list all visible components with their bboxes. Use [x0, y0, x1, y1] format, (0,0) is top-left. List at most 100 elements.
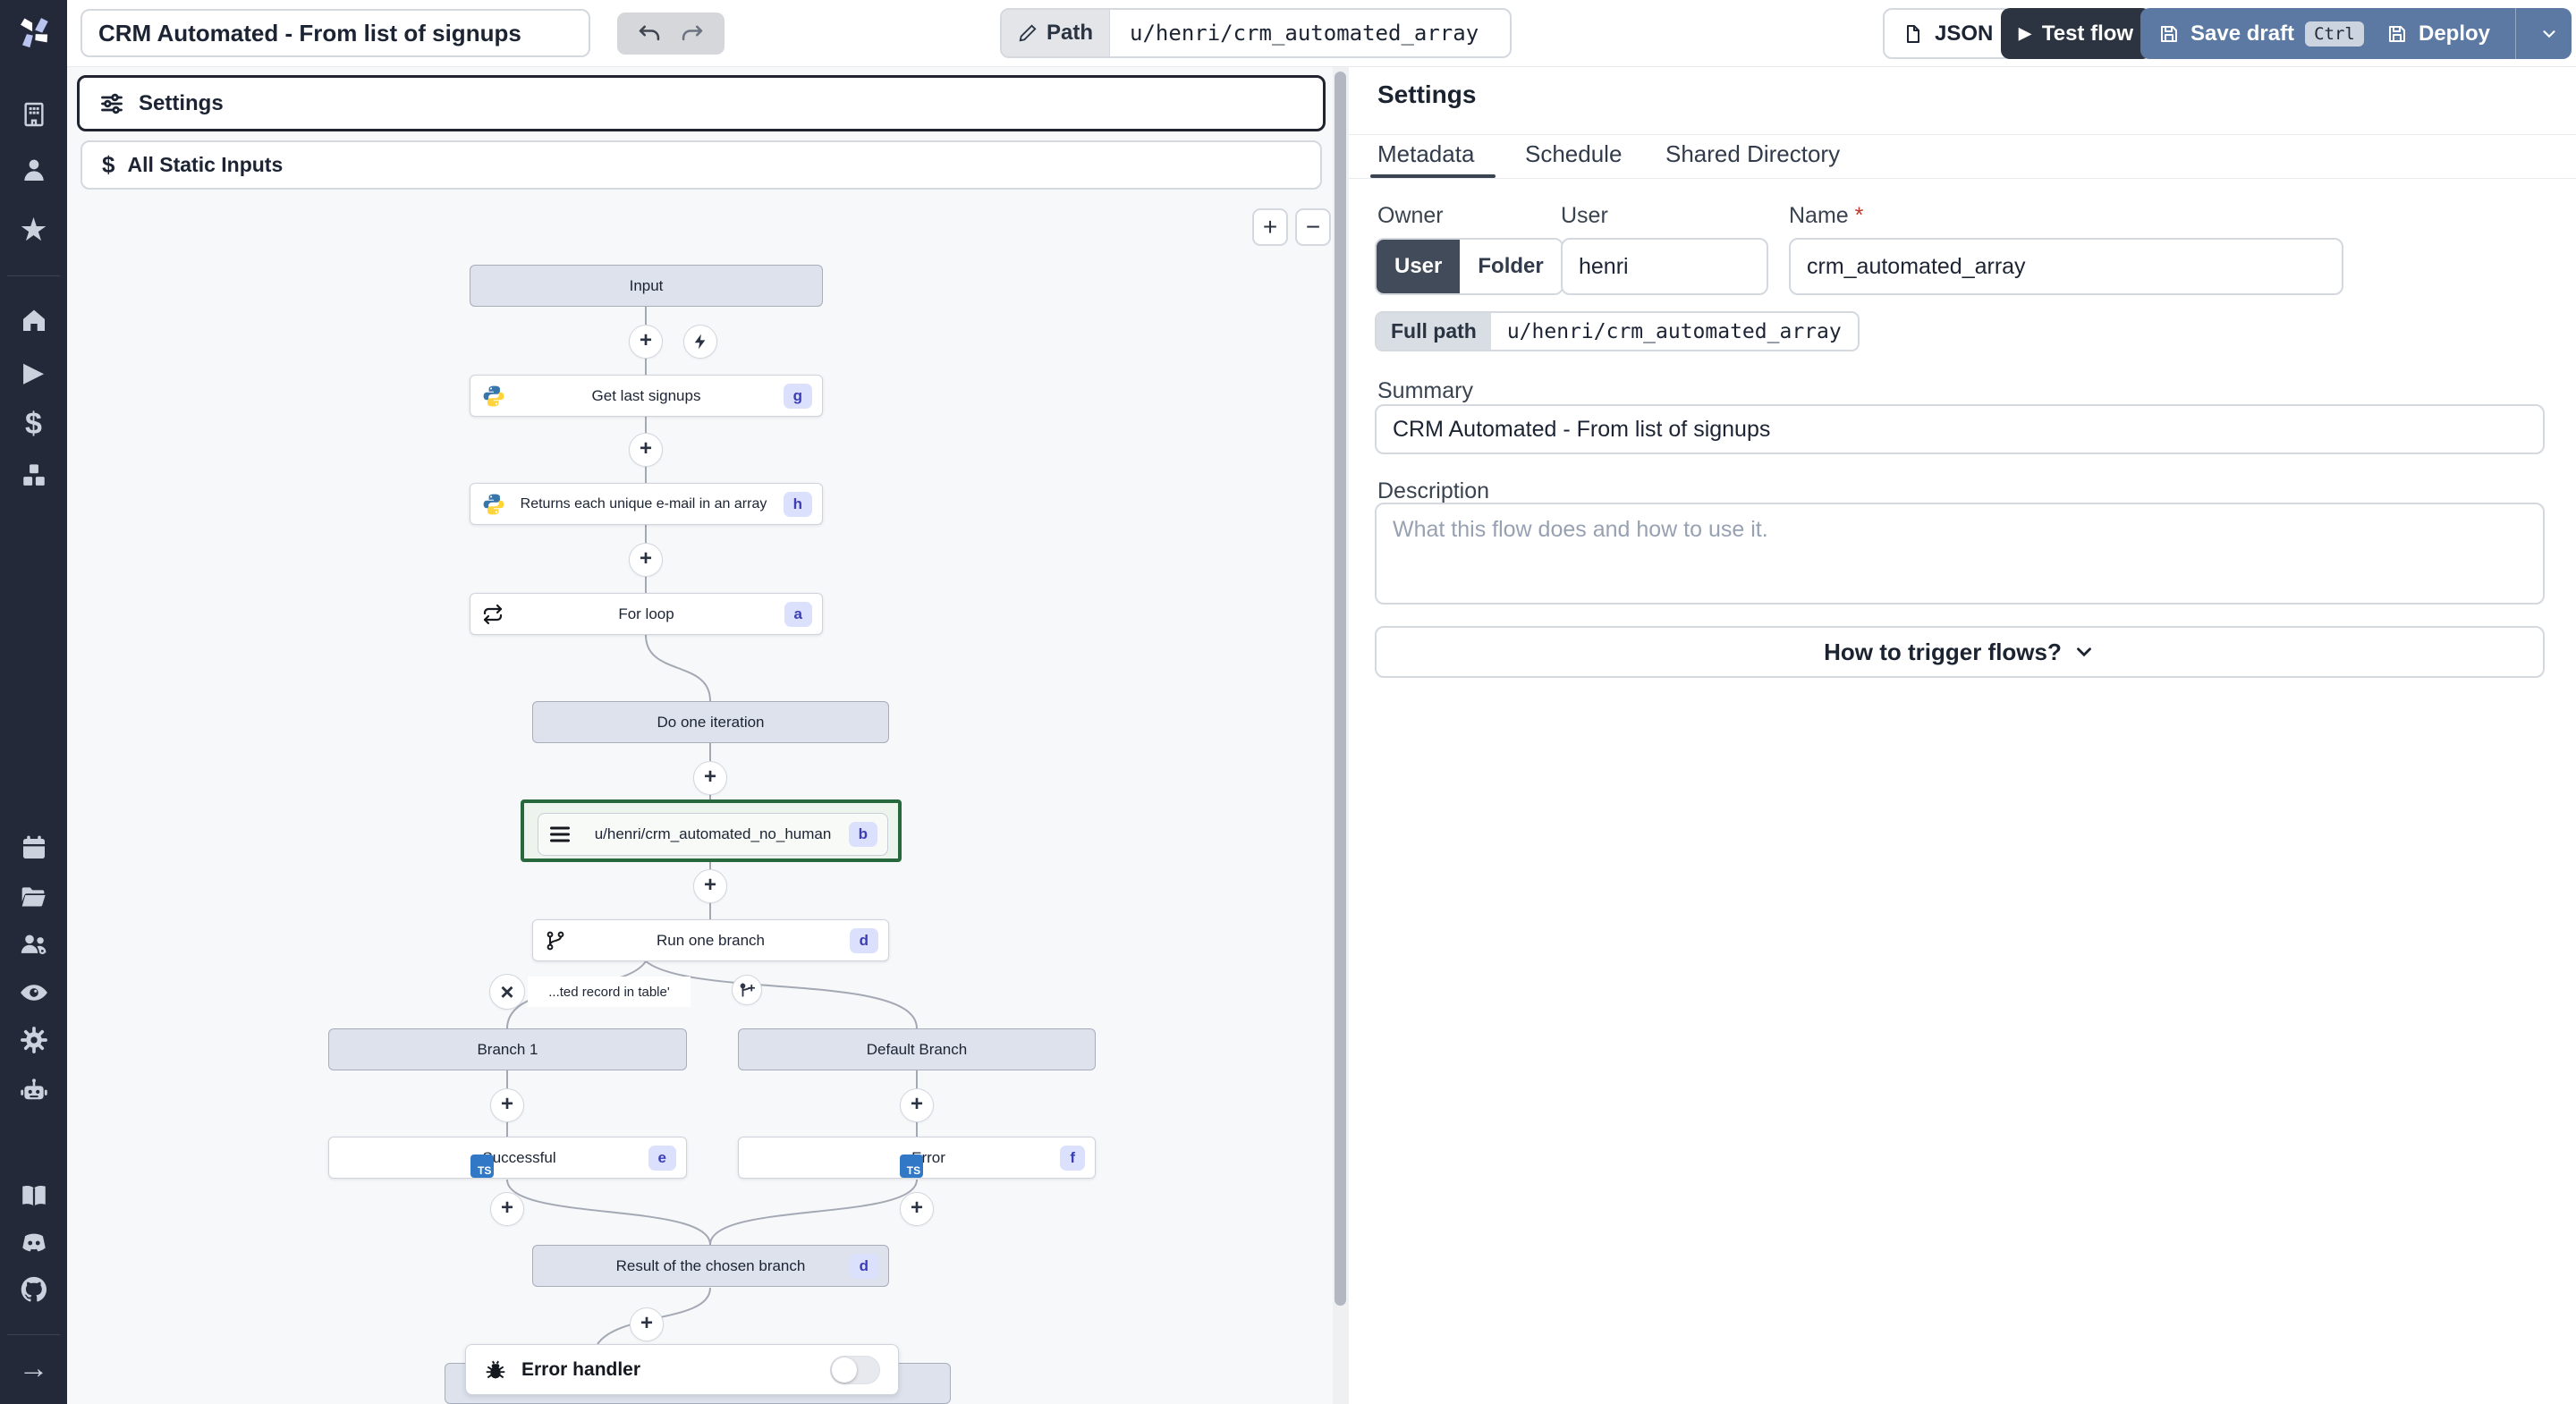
docs-book-icon[interactable]	[19, 1180, 49, 1211]
repeat-icon	[482, 604, 504, 625]
error-handler-node[interactable]: Error handler	[465, 1344, 899, 1395]
zoom-in-button[interactable]: +	[1252, 208, 1288, 246]
summary-label: Summary	[1377, 378, 1473, 403]
owner-user-input[interactable]	[1561, 238, 1768, 295]
scrollbar-thumb[interactable]	[1335, 72, 1346, 1306]
json-button[interactable]: JSON	[1883, 8, 2013, 59]
flow-settings-box[interactable]: Settings	[77, 75, 1326, 131]
typescript-icon: TS	[470, 1154, 495, 1178]
folders-icon[interactable]	[20, 883, 48, 911]
add-step-button[interactable]: +	[900, 1088, 934, 1122]
flow-node-unique-emails[interactable]: Returns each unique e-mail in an array h	[470, 483, 823, 525]
expand-sidebar-arrow-icon[interactable]: →	[19, 1353, 49, 1383]
flow-summary-input[interactable]	[80, 9, 590, 57]
user-label: User	[1561, 203, 1608, 228]
variables-dollar-icon[interactable]: $	[25, 409, 42, 439]
flow-node-default-branch[interactable]: Default Branch	[738, 1028, 1096, 1070]
error-handler-label: Error handler	[521, 1358, 641, 1380]
required-marker: *	[1854, 203, 1864, 228]
flow-node-run-one-branch[interactable]: Run one branch d	[532, 919, 889, 961]
add-step-button[interactable]: +	[900, 1192, 934, 1226]
add-step-button[interactable]: +	[629, 543, 663, 577]
flow-node-result[interactable]: Result of the chosen branch d	[532, 1245, 889, 1287]
dollar-icon: $	[102, 151, 115, 178]
add-branch-button[interactable]	[732, 975, 762, 1005]
save-icon	[2389, 25, 2405, 42]
deploy-dropdown-button[interactable]	[2527, 24, 2572, 44]
windmill-logo[interactable]	[13, 13, 55, 54]
summary-input[interactable]	[1375, 404, 2545, 454]
how-to-trigger-flows-button[interactable]: How to trigger flows?	[1375, 626, 2545, 678]
groups-icon[interactable]	[19, 929, 49, 960]
undo-button[interactable]	[637, 21, 662, 47]
step-id-badge: g	[783, 383, 812, 409]
branch-icon	[545, 930, 566, 952]
owner-label: Owner	[1377, 203, 1444, 228]
add-step-button[interactable]: +	[490, 1088, 524, 1122]
topbar: Path u/henri/crm_automated_array JSON ▶ …	[67, 0, 2576, 67]
all-static-inputs-box[interactable]: $ All Static Inputs	[80, 140, 1322, 190]
tab-shared-directory[interactable]: Shared Directory	[1665, 140, 1840, 168]
flow-node-successful[interactable]: TS Successful e	[328, 1137, 687, 1179]
home-icon[interactable]	[20, 306, 48, 334]
typescript-icon: TS	[900, 1154, 924, 1178]
undo-redo-group	[617, 13, 724, 55]
flow-node-for-loop[interactable]: For loop a	[470, 593, 823, 635]
runs-play-icon[interactable]: ▶	[23, 359, 44, 386]
flow-node-branch-1[interactable]: Branch 1	[328, 1028, 687, 1070]
owner-user-option[interactable]: User	[1377, 240, 1461, 293]
path-label: Path	[1046, 21, 1094, 45]
settings-box-label: Settings	[139, 90, 224, 115]
bug-icon	[486, 1360, 505, 1378]
full-path-label: Full path	[1377, 313, 1491, 350]
discord-icon[interactable]	[19, 1227, 49, 1257]
favorites-star-icon[interactable]: ★	[19, 214, 47, 246]
add-step-button[interactable]: +	[629, 433, 663, 467]
sidebar-divider	[7, 1334, 60, 1335]
owner-folder-option[interactable]: Folder	[1460, 240, 1562, 293]
sliders-icon	[101, 93, 123, 114]
save-icon	[2161, 25, 2177, 42]
flow-list-icon	[550, 826, 570, 842]
zoom-out-button[interactable]: −	[1295, 208, 1331, 246]
settings-gear-icon[interactable]	[19, 1025, 49, 1055]
trigger-lightning-button[interactable]	[683, 325, 717, 359]
canvas-scrollbar[interactable]	[1333, 67, 1349, 1404]
redo-button[interactable]	[680, 21, 705, 47]
user-icon[interactable]	[20, 156, 48, 184]
flow-canvas[interactable]: Settings $ All Static Inputs + − Input +…	[67, 67, 1349, 1404]
add-step-button[interactable]: +	[630, 1307, 664, 1341]
flow-node-error[interactable]: TS Error f	[738, 1137, 1096, 1179]
test-flow-button[interactable]: ▶ Test flow	[2001, 8, 2152, 59]
remove-branch-button[interactable]: ×	[489, 974, 525, 1010]
owner-kind-segmented: User Folder	[1375, 238, 1563, 295]
workers-robot-icon[interactable]	[19, 1076, 49, 1106]
github-icon[interactable]	[19, 1274, 49, 1305]
step-id-badge: a	[784, 601, 812, 627]
path-pill[interactable]: Path u/henri/crm_automated_array	[1000, 8, 1512, 58]
add-step-button[interactable]: +	[693, 869, 727, 903]
flow-node-subflow[interactable]: u/henri/crm_automated_no_human b	[538, 813, 888, 856]
sidebar: ★ ▶ $ →	[0, 0, 67, 1404]
resources-boxes-icon[interactable]	[20, 461, 48, 490]
step-id-badge: d	[849, 927, 878, 953]
description-label: Description	[1377, 478, 1490, 503]
add-step-button[interactable]: +	[629, 325, 663, 359]
tab-metadata[interactable]: Metadata	[1377, 140, 1474, 168]
add-step-button[interactable]: +	[490, 1192, 524, 1226]
name-label: Name *	[1789, 203, 1864, 228]
audit-eye-icon[interactable]	[19, 977, 49, 1008]
error-handler-toggle[interactable]	[830, 1355, 880, 1384]
flow-node-get-signups[interactable]: Get last signups g	[470, 375, 823, 417]
selected-node-outline: u/henri/crm_automated_no_human b	[521, 799, 902, 862]
add-step-button[interactable]: +	[693, 761, 727, 795]
flow-node-input[interactable]: Input	[470, 265, 823, 307]
deploy-button[interactable]: Deploy	[2368, 8, 2572, 59]
tab-schedule[interactable]: Schedule	[1525, 140, 1622, 168]
flow-node-do-one-iteration[interactable]: Do one iteration	[532, 701, 889, 743]
description-textarea[interactable]	[1375, 503, 2545, 605]
divider	[1349, 134, 2576, 135]
workspace-icon[interactable]	[20, 100, 48, 129]
flow-name-input[interactable]	[1789, 238, 2343, 295]
schedules-calendar-icon[interactable]	[20, 833, 48, 862]
